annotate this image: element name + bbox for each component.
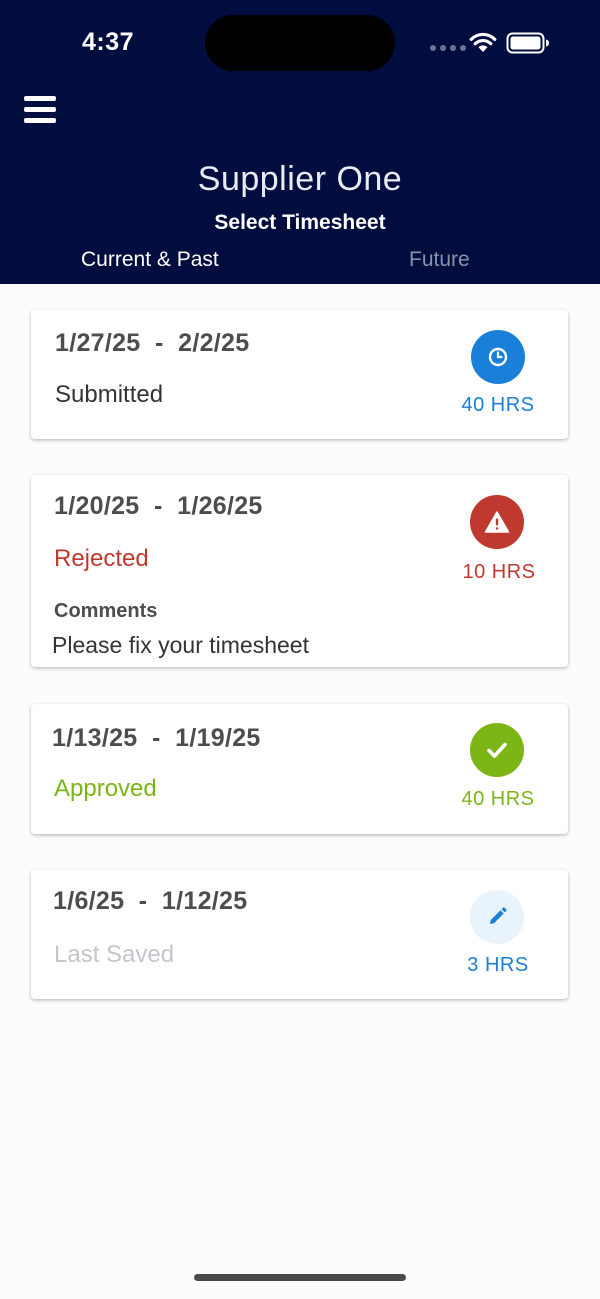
timesheet-date-range: 1/6/25 - 1/12/25 (53, 887, 248, 915)
comments-label: Comments (54, 600, 158, 622)
timesheet-card-submitted[interactable]: 1/27/25 - 2/2/25 Submitted 40 HRS (31, 310, 568, 439)
timesheet-hours: 3 HRS (467, 954, 529, 976)
cellular-signal-icon (430, 45, 466, 51)
pencil-icon (470, 890, 524, 944)
clock-icon (471, 330, 525, 384)
status-bar-time: 4:37 (82, 28, 135, 56)
hamburger-menu-icon[interactable] (24, 96, 58, 124)
warning-icon (470, 495, 524, 549)
timesheet-card-last-saved[interactable]: 1/6/25 - 1/12/25 Last Saved 3 HRS (31, 870, 568, 999)
timesheet-date-range: 1/20/25 - 1/26/25 (54, 492, 263, 520)
timesheet-status: Approved (54, 775, 157, 802)
timesheet-hours: 10 HRS (462, 561, 536, 583)
wifi-icon (469, 32, 497, 52)
timesheet-status: Last Saved (54, 941, 175, 968)
timesheet-status: Rejected (54, 545, 149, 572)
battery-icon (506, 32, 549, 54)
timesheet-hours: 40 HRS (461, 394, 535, 416)
app-header: 4:37 Supplier One Select Timesheet Curre… (0, 0, 600, 284)
timesheet-status: Submitted (55, 381, 164, 408)
comments-text: Please fix your timesheet (52, 632, 309, 658)
timesheet-date-range: 1/27/25 - 2/2/25 (55, 329, 250, 357)
timesheet-card-rejected[interactable]: 1/20/25 - 1/26/25 Rejected 10 HRS Commen… (31, 475, 568, 667)
dynamic-island (205, 15, 395, 71)
page-title: Select Timesheet (214, 211, 386, 234)
tab-current-and-past[interactable]: Current & Past (81, 248, 219, 272)
check-icon (470, 723, 524, 777)
supplier-name: Supplier One (197, 160, 403, 198)
timesheet-card-approved[interactable]: 1/13/25 - 1/19/25 Approved 40 HRS (31, 704, 568, 834)
timesheet-hours: 40 HRS (461, 788, 535, 810)
home-indicator[interactable] (194, 1274, 406, 1281)
tab-future[interactable]: Future (409, 248, 470, 272)
timesheet-date-range: 1/13/25 - 1/19/25 (52, 724, 261, 752)
